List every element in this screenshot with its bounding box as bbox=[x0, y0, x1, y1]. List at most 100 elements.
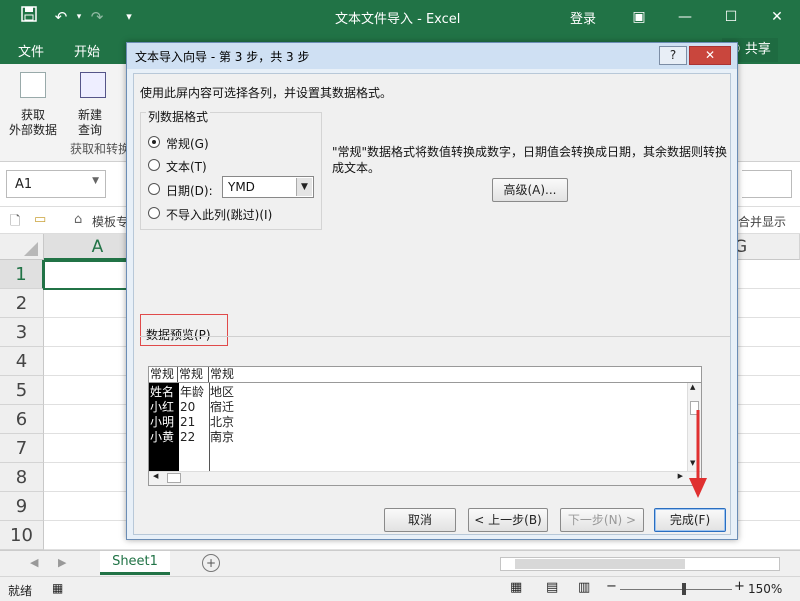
finish-button[interactable]: 完成(F) bbox=[654, 508, 726, 532]
radio-date-label: 日期(D): bbox=[166, 184, 213, 198]
row-header[interactable]: 9 bbox=[0, 492, 44, 521]
preview-cell: 小红 bbox=[150, 400, 175, 414]
select-all-corner[interactable] bbox=[0, 234, 44, 260]
add-sheet-icon[interactable]: + bbox=[202, 554, 220, 572]
page-layout-icon[interactable]: ▤ bbox=[546, 580, 558, 595]
row-header[interactable]: 6 bbox=[0, 405, 44, 434]
text-import-wizard-dialog: 文本导入向导 - 第 3 步，共 3 步 ? ✕ 使用此屏内容可选择各列，并设置… bbox=[126, 42, 738, 540]
instruction-text: 使用此屏内容可选择各列，并设置其数据格式。 bbox=[140, 86, 393, 100]
radio-text-label: 文本(T) bbox=[166, 160, 207, 174]
row-header[interactable]: 1 bbox=[0, 260, 44, 289]
formula-input[interactable] bbox=[742, 170, 792, 198]
scroll-right-icon[interactable]: ▶ bbox=[678, 472, 683, 480]
help-button[interactable]: ? bbox=[659, 46, 687, 65]
macro-record-icon[interactable]: ▦ bbox=[52, 581, 63, 595]
scrollbar-thumb[interactable] bbox=[515, 559, 685, 569]
preview-cell: 小黄 bbox=[150, 430, 175, 444]
radio-skip-label: 不导入此列(跳过)(I) bbox=[166, 208, 273, 222]
row-header[interactable]: 2 bbox=[0, 289, 44, 318]
preview-cell: 北京 bbox=[210, 415, 235, 429]
preview-header-col3[interactable]: 常规 bbox=[210, 367, 250, 382]
folder-icon[interactable]: ▭ bbox=[34, 212, 46, 227]
get-external-line1: 获取 bbox=[20, 108, 45, 122]
scroll-up-icon[interactable]: ▲ bbox=[690, 383, 695, 391]
normal-view-icon[interactable]: ▦ bbox=[510, 580, 522, 595]
radio-skip-dot[interactable] bbox=[148, 207, 160, 219]
radio-text-dot[interactable] bbox=[148, 159, 160, 171]
horizontal-scrollbar[interactable] bbox=[500, 557, 780, 571]
share-label: 共享 bbox=[744, 42, 771, 57]
maximize-icon[interactable]: ☐ bbox=[718, 6, 744, 28]
chevron-down-icon[interactable]: ▼ bbox=[92, 176, 99, 186]
preview-header-col1[interactable]: 常规 bbox=[150, 367, 178, 382]
format-description-line1: "常规"数据格式将数值转换成数字，日期值会转换成日期，其余数据则转换 bbox=[332, 145, 728, 159]
minimize-icon[interactable]: — bbox=[672, 6, 698, 28]
window-title: 文本文件导入 - Excel bbox=[335, 12, 461, 27]
dialog-close-button[interactable]: ✕ bbox=[689, 46, 731, 65]
save-icon[interactable] bbox=[18, 6, 40, 28]
customize-toolbar-icon[interactable]: ▾ bbox=[118, 6, 140, 28]
row-header[interactable]: 3 bbox=[0, 318, 44, 347]
dialog-title-bar[interactable]: 文本导入向导 - 第 3 步，共 3 步 ? ✕ bbox=[127, 43, 737, 69]
next-button[interactable]: 下一步(N) > bbox=[560, 508, 644, 532]
merge-display-link[interactable]: 合并显示 bbox=[738, 213, 786, 230]
title-bar: ↶ ▾ ↷ ▾ 文本文件导入 - Excel 登录 ▣ — ☐ ✕ bbox=[0, 0, 800, 34]
row-header[interactable]: 4 bbox=[0, 347, 44, 376]
scroll-left-icon[interactable]: ◀ bbox=[30, 556, 38, 569]
zoom-in-icon[interactable]: + bbox=[734, 579, 745, 594]
format-description: "常规"数据格式将数值转换成数字，日期值会转换成日期，其余数据则转换 成文本。 bbox=[332, 144, 728, 176]
sheet-tab-sheet1[interactable]: Sheet1 bbox=[100, 551, 170, 575]
scroll-left-icon[interactable]: ◀ bbox=[153, 472, 158, 480]
database-icon bbox=[80, 72, 106, 98]
status-bar: 就绪 ▦ ▦ ▤ ▥ − + 150% bbox=[0, 576, 800, 601]
redo-icon[interactable]: ↷ bbox=[86, 6, 108, 28]
status-text: 就绪 bbox=[8, 584, 33, 598]
radio-general-dot[interactable] bbox=[148, 136, 160, 148]
back-button[interactable]: < 上一步(B) bbox=[468, 508, 548, 532]
get-external-data-button[interactable]: 获取 外部数据 bbox=[4, 68, 62, 140]
template-link[interactable]: 模板专 bbox=[92, 213, 128, 230]
name-box[interactable]: A1 ▼ bbox=[6, 170, 106, 198]
get-external-line2: 外部数据 bbox=[8, 123, 57, 137]
preview-horizontal-scrollbar[interactable]: ◀ ▶ bbox=[149, 471, 701, 485]
document-icon[interactable]: 🗋 bbox=[10, 212, 20, 234]
ribbon-display-icon[interactable]: ▣ bbox=[626, 6, 652, 28]
cancel-button[interactable]: 取消 bbox=[384, 508, 456, 532]
date-format-select[interactable]: YMD ▼ bbox=[222, 176, 314, 198]
preview-hscroll-thumb[interactable] bbox=[167, 473, 181, 483]
preview-header-col2[interactable]: 常规 bbox=[179, 367, 209, 382]
radio-text[interactable]: 文本(T) bbox=[148, 157, 318, 175]
scroll-right-icon[interactable]: ▶ bbox=[58, 556, 66, 569]
advanced-button[interactable]: 高级(A)... bbox=[492, 178, 568, 202]
row-header[interactable]: 8 bbox=[0, 463, 44, 492]
dialog-title: 文本导入向导 - 第 3 步，共 3 步 bbox=[135, 50, 310, 64]
home-icon[interactable]: ⌂ bbox=[74, 212, 82, 227]
column-header-g[interactable]: G bbox=[730, 234, 800, 260]
row-header[interactable]: 5 bbox=[0, 376, 44, 405]
radio-general[interactable]: 常规(G) bbox=[148, 134, 318, 152]
chevron-down-icon[interactable]: ▼ bbox=[296, 178, 312, 196]
radio-general-label: 常规(G) bbox=[166, 137, 209, 151]
row-header[interactable]: 7 bbox=[0, 434, 44, 463]
radio-date[interactable]: 日期(D): bbox=[148, 181, 228, 199]
page-break-icon[interactable]: ▥ bbox=[578, 580, 590, 595]
radio-date-dot[interactable] bbox=[148, 183, 160, 195]
preview-cell: 小明 bbox=[150, 415, 175, 429]
new-query-line2: 查询 bbox=[77, 123, 102, 137]
annotation-arrow-icon bbox=[689, 410, 707, 498]
zoom-level[interactable]: 150% bbox=[748, 582, 782, 596]
zoom-slider-handle[interactable] bbox=[682, 583, 686, 595]
tab-home[interactable]: 开始 bbox=[74, 41, 100, 60]
row-header[interactable]: 10 bbox=[0, 521, 44, 550]
login-link[interactable]: 登录 bbox=[570, 8, 596, 27]
new-query-button[interactable]: 新建 查询 bbox=[68, 68, 124, 140]
close-icon[interactable]: ✕ bbox=[764, 6, 790, 28]
zoom-slider[interactable] bbox=[620, 589, 732, 590]
sheet-tab-bar: ◀ ▶ Sheet1 + bbox=[0, 550, 800, 576]
data-preview-table[interactable]: 常规 常规 常规 姓名 年龄 地区 小红 20 宿迁 小明 21 北京 小黄 22 南京 ▲ ▼ ◀ … bbox=[148, 366, 702, 486]
radio-skip-column[interactable]: 不导入此列(跳过)(I) bbox=[148, 205, 318, 223]
zoom-out-icon[interactable]: − bbox=[606, 579, 617, 594]
date-format-value: YMD bbox=[228, 180, 255, 194]
dialog-body: 使用此屏内容可选择各列，并设置其数据格式。 列数据格式 常规(G) 文本(T) … bbox=[133, 73, 731, 535]
tab-file[interactable]: 文件 bbox=[18, 41, 44, 60]
